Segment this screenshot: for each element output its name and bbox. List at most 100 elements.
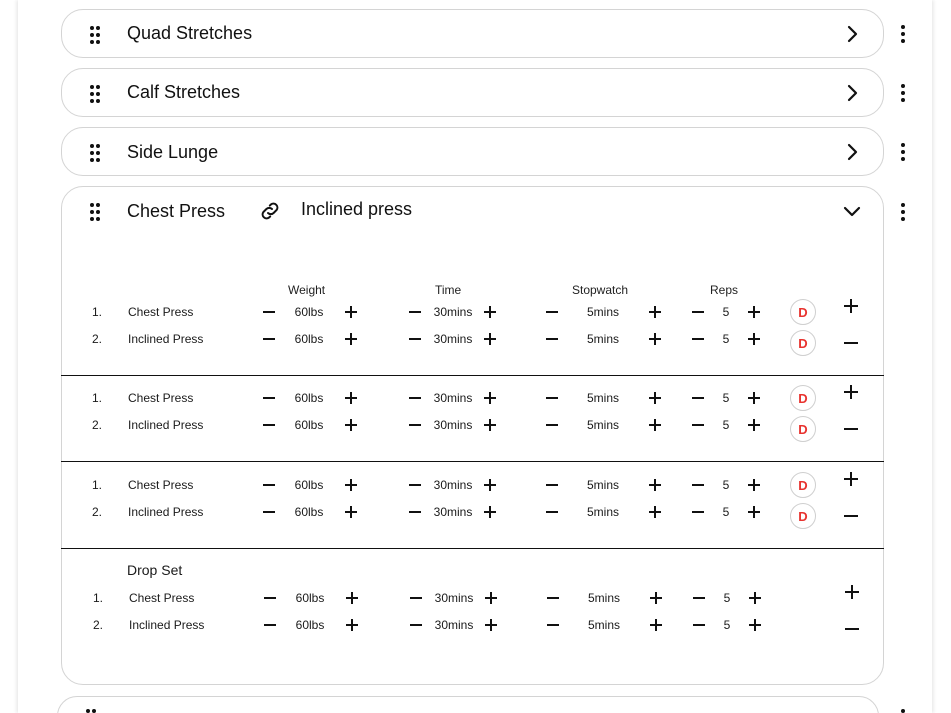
weight-decrement-minus-icon[interactable] xyxy=(263,591,277,605)
weight-decrement-minus-icon[interactable] xyxy=(262,305,276,319)
more-vertical-icon[interactable] xyxy=(901,203,905,221)
stopwatch-decrement-minus-icon[interactable] xyxy=(546,591,560,605)
weight-decrement-minus-icon[interactable] xyxy=(262,505,276,519)
reps-value[interactable]: 5 xyxy=(701,478,751,492)
remove-row-minus-icon[interactable] xyxy=(843,421,859,437)
stopwatch-increment-plus-icon[interactable] xyxy=(648,391,662,405)
weight-increment-plus-icon[interactable] xyxy=(344,505,358,519)
add-row-plus-icon[interactable] xyxy=(844,584,860,600)
stopwatch-decrement-minus-icon[interactable] xyxy=(545,418,559,432)
chevron-right-icon[interactable] xyxy=(843,25,861,43)
exercise-card-quad-stretches[interactable]: Quad Stretches xyxy=(61,9,884,58)
remove-row-minus-icon[interactable] xyxy=(843,335,859,351)
drop-set-badge[interactable]: D xyxy=(790,299,816,325)
reps-increment-plus-icon[interactable] xyxy=(747,505,761,519)
time-value[interactable]: 30mins xyxy=(428,305,478,319)
exercise-card-chest-press[interactable]: Chest Press Inclined press Weight Time S… xyxy=(61,186,884,685)
weight-increment-plus-icon[interactable] xyxy=(344,332,358,346)
weight-increment-plus-icon[interactable] xyxy=(345,591,359,605)
weight-value[interactable]: 60lbs xyxy=(284,418,334,432)
stopwatch-decrement-minus-icon[interactable] xyxy=(545,305,559,319)
time-value[interactable]: 30mins xyxy=(429,618,479,632)
drop-set-badge[interactable]: D xyxy=(790,385,816,411)
stopwatch-increment-plus-icon[interactable] xyxy=(648,418,662,432)
time-increment-plus-icon[interactable] xyxy=(483,418,497,432)
weight-decrement-minus-icon[interactable] xyxy=(263,618,277,632)
time-decrement-minus-icon[interactable] xyxy=(408,332,422,346)
chevron-right-icon[interactable] xyxy=(843,143,861,161)
stopwatch-value[interactable]: 5mins xyxy=(578,391,628,405)
time-increment-plus-icon[interactable] xyxy=(483,478,497,492)
stopwatch-increment-plus-icon[interactable] xyxy=(649,591,663,605)
stopwatch-decrement-minus-icon[interactable] xyxy=(545,391,559,405)
stopwatch-value[interactable]: 5mins xyxy=(579,618,629,632)
drag-handle-icon[interactable] xyxy=(90,85,100,103)
weight-decrement-minus-icon[interactable] xyxy=(262,391,276,405)
reps-value[interactable]: 5 xyxy=(702,591,752,605)
weight-value[interactable]: 60lbs xyxy=(285,618,335,632)
stopwatch-value[interactable]: 5mins xyxy=(578,305,628,319)
weight-increment-plus-icon[interactable] xyxy=(344,418,358,432)
time-decrement-minus-icon[interactable] xyxy=(408,418,422,432)
chevron-right-icon[interactable] xyxy=(843,84,861,102)
weight-decrement-minus-icon[interactable] xyxy=(262,418,276,432)
drag-handle-icon[interactable] xyxy=(90,203,100,221)
stopwatch-increment-plus-icon[interactable] xyxy=(648,505,662,519)
reps-value[interactable]: 5 xyxy=(701,305,751,319)
time-increment-plus-icon[interactable] xyxy=(484,591,498,605)
drop-set-badge[interactable]: D xyxy=(790,472,816,498)
exercise-card-side-lunge[interactable]: Side Lunge xyxy=(61,127,884,176)
stopwatch-value[interactable]: 5mins xyxy=(578,418,628,432)
time-value[interactable]: 30mins xyxy=(428,478,478,492)
weight-decrement-minus-icon[interactable] xyxy=(262,332,276,346)
remove-row-minus-icon[interactable] xyxy=(844,621,860,637)
time-value[interactable]: 30mins xyxy=(428,391,478,405)
time-increment-plus-icon[interactable] xyxy=(483,391,497,405)
weight-value[interactable]: 60lbs xyxy=(285,591,335,605)
weight-increment-plus-icon[interactable] xyxy=(344,305,358,319)
weight-value[interactable]: 60lbs xyxy=(284,505,334,519)
time-value[interactable]: 30mins xyxy=(429,591,479,605)
time-decrement-minus-icon[interactable] xyxy=(408,505,422,519)
stopwatch-increment-plus-icon[interactable] xyxy=(648,332,662,346)
stopwatch-increment-plus-icon[interactable] xyxy=(648,478,662,492)
stopwatch-value[interactable]: 5mins xyxy=(579,591,629,605)
stopwatch-decrement-minus-icon[interactable] xyxy=(545,332,559,346)
more-vertical-icon[interactable] xyxy=(901,25,905,43)
reps-value[interactable]: 5 xyxy=(701,332,751,346)
weight-value[interactable]: 60lbs xyxy=(284,478,334,492)
reps-value[interactable]: 5 xyxy=(701,418,751,432)
drop-set-badge[interactable]: D xyxy=(790,416,816,442)
time-decrement-minus-icon[interactable] xyxy=(409,591,423,605)
weight-increment-plus-icon[interactable] xyxy=(344,478,358,492)
time-increment-plus-icon[interactable] xyxy=(483,505,497,519)
reps-value[interactable]: 5 xyxy=(701,505,751,519)
reps-increment-plus-icon[interactable] xyxy=(747,305,761,319)
more-vertical-icon[interactable] xyxy=(901,84,905,102)
time-increment-plus-icon[interactable] xyxy=(483,305,497,319)
weight-value[interactable]: 60lbs xyxy=(284,332,334,346)
weight-decrement-minus-icon[interactable] xyxy=(262,478,276,492)
linked-exercise-title[interactable]: Inclined press xyxy=(301,199,412,220)
stopwatch-value[interactable]: 5mins xyxy=(578,505,628,519)
time-value[interactable]: 30mins xyxy=(428,505,478,519)
reps-increment-plus-icon[interactable] xyxy=(748,618,762,632)
weight-increment-plus-icon[interactable] xyxy=(344,391,358,405)
stopwatch-value[interactable]: 5mins xyxy=(578,332,628,346)
reps-increment-plus-icon[interactable] xyxy=(747,478,761,492)
exercise-card-next[interactable] xyxy=(57,696,879,713)
time-value[interactable]: 30mins xyxy=(428,418,478,432)
reps-increment-plus-icon[interactable] xyxy=(748,591,762,605)
reps-value[interactable]: 5 xyxy=(701,391,751,405)
time-increment-plus-icon[interactable] xyxy=(483,332,497,346)
drag-handle-icon[interactable] xyxy=(90,26,100,44)
drag-handle-icon[interactable] xyxy=(86,709,96,713)
stopwatch-decrement-minus-icon[interactable] xyxy=(546,618,560,632)
time-decrement-minus-icon[interactable] xyxy=(409,618,423,632)
remove-row-minus-icon[interactable] xyxy=(843,508,859,524)
reps-value[interactable]: 5 xyxy=(702,618,752,632)
more-vertical-icon[interactable] xyxy=(901,709,905,713)
stopwatch-decrement-minus-icon[interactable] xyxy=(545,478,559,492)
link-icon[interactable] xyxy=(258,199,282,223)
reps-increment-plus-icon[interactable] xyxy=(747,418,761,432)
